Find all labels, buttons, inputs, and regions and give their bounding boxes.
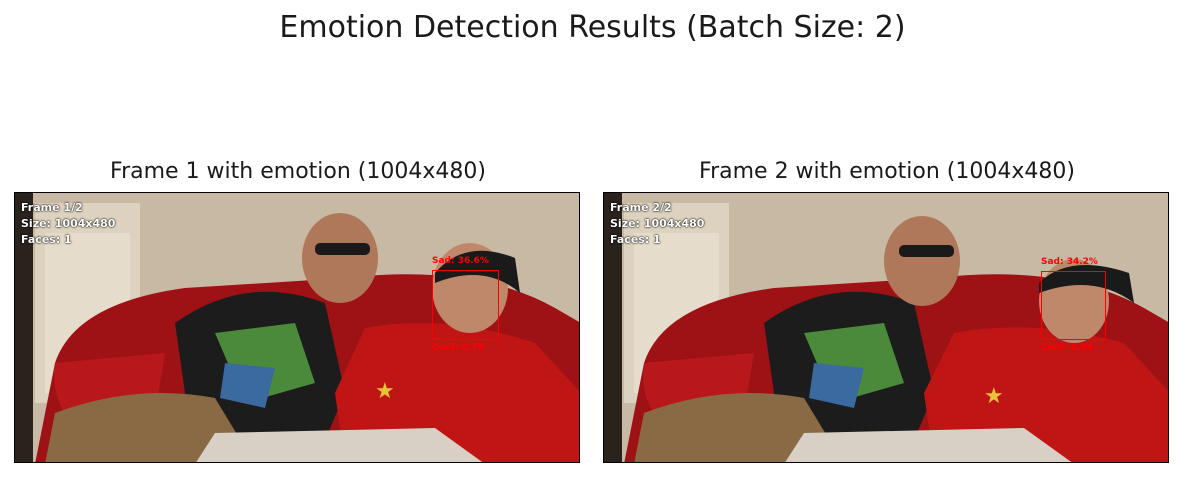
frame-2-image: ★ Frame 2/2 Size: 1004x480 Faces: 1 Sad:… bbox=[603, 192, 1169, 463]
frame-2-emotion-label: Sad: 34.2% bbox=[1041, 257, 1098, 267]
svg-text:★: ★ bbox=[375, 379, 395, 404]
frame-2-index: Frame 2/2 bbox=[610, 201, 672, 214]
frame-1-title: Frame 1 with emotion (1004x480) bbox=[110, 159, 486, 184]
svg-text:★: ★ bbox=[984, 384, 1004, 409]
frame-2-info-overlay: Frame 2/2 Size: 1004x480 Faces: 1 bbox=[610, 200, 704, 248]
frame-1-faces: Faces: 1 bbox=[21, 233, 72, 246]
frame-1-confidence-label: Conf: 0.79 bbox=[432, 343, 485, 353]
frame-1-face-box bbox=[432, 270, 499, 340]
frame-2-face-box bbox=[1041, 271, 1106, 340]
frame-1-size: Size: 1004x480 bbox=[21, 217, 116, 230]
figure-title: Emotion Detection Results (Batch Size: 2… bbox=[279, 10, 906, 45]
frame-1-index: Frame 1/2 bbox=[21, 201, 83, 214]
frame-1-image: ★ Frame 1/2 Size: 1004x480 Faces: 1 Sad:… bbox=[14, 192, 580, 463]
frame-2-size: Size: 1004x480 bbox=[610, 217, 705, 230]
frame-1-info-overlay: Frame 1/2 Size: 1004x480 Faces: 1 bbox=[21, 200, 115, 248]
frame-2-title: Frame 2 with emotion (1004x480) bbox=[699, 159, 1075, 184]
frame-2-confidence-label: Conf: 0.84 bbox=[1041, 343, 1094, 353]
frame-2-faces: Faces: 1 bbox=[610, 233, 661, 246]
frame-1-emotion-label: Sad: 36.6% bbox=[432, 256, 489, 266]
